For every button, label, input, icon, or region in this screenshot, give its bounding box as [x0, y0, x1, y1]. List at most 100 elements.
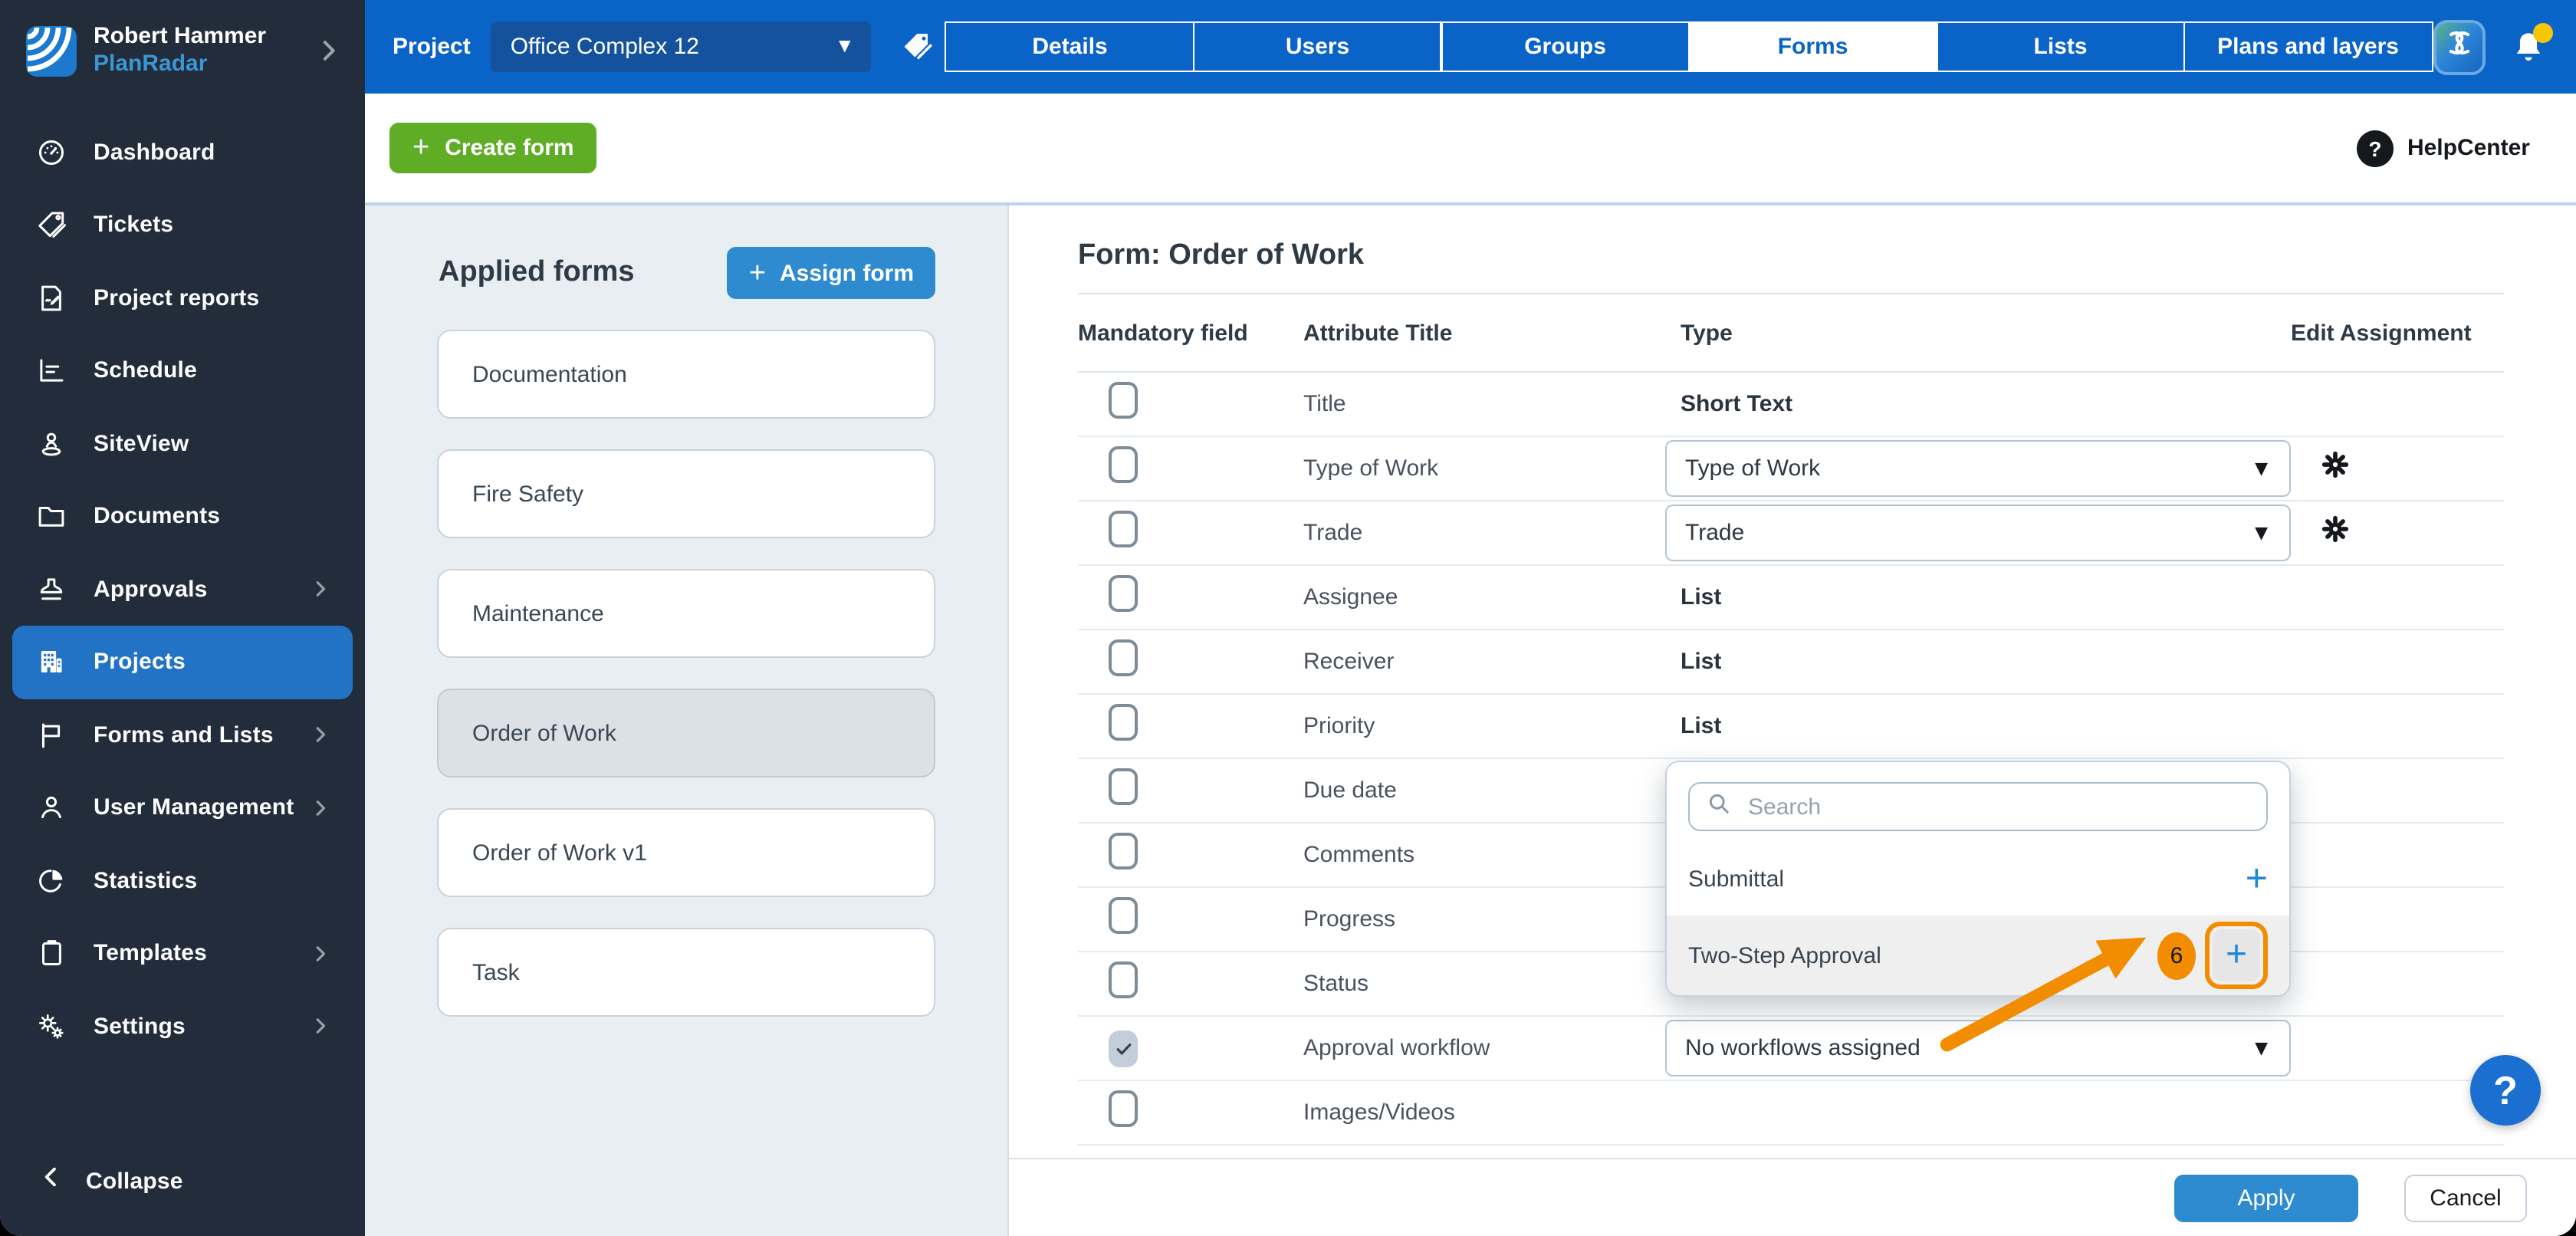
workflow-picker-popup: Submittal + Two-Step Approval 6 +	[1665, 761, 2291, 997]
sidebar-item-project-reports[interactable]: Project reports	[12, 261, 353, 334]
table-row-trade: Trade Trade ▼	[1078, 501, 2504, 566]
form-card-task[interactable]: Task	[437, 928, 935, 1017]
connect-app-button[interactable]	[2433, 19, 2486, 74]
planradar-logo-icon	[26, 26, 77, 77]
tab-groups[interactable]: Groups	[1441, 21, 1691, 72]
sidebar-item-dashboard[interactable]: Dashboard	[12, 116, 353, 189]
schedule-gantt-icon	[34, 354, 67, 388]
mandatory-checkbox[interactable]	[1109, 382, 1138, 419]
mandatory-checkbox[interactable]	[1109, 768, 1138, 805]
column-mandatory-field: Mandatory field	[1078, 320, 1303, 346]
toolbar: + Create form ? HelpCenter	[365, 94, 2576, 205]
chevron-down-icon: ▼	[2255, 459, 2268, 478]
plus-icon: +	[749, 258, 766, 288]
sidebar-item-tickets[interactable]: Tickets	[12, 189, 353, 261]
workflow-option-submittal[interactable]: Submittal +	[1667, 842, 2289, 915]
sidebar-collapse-button[interactable]: Collapse	[0, 1162, 365, 1236]
mandatory-checkbox[interactable]	[1109, 511, 1138, 547]
form-card-documentation[interactable]: Documentation	[437, 330, 935, 419]
type-of-work-dropdown[interactable]: Type of Work ▼	[1665, 440, 2291, 497]
project-tabs: Details Users Groups Forms Lists Plans a…	[948, 21, 2433, 72]
sidebar-header: Robert Hammer PlanRadar	[0, 0, 365, 94]
mandatory-checkbox[interactable]	[1109, 833, 1138, 869]
sidebar-item-label: Forms and Lists	[94, 722, 274, 748]
siteview-person-icon	[34, 427, 67, 461]
plus-icon: +	[412, 133, 429, 163]
attributes-table: Mandatory field Attribute Title Type Edi…	[1078, 293, 2504, 1146]
add-workflow-plus-button[interactable]: +	[2213, 929, 2260, 981]
tab-lists[interactable]: Lists	[1936, 21, 2186, 72]
sidebar-nav: Dashboard Tickets Project reports Schedu…	[0, 116, 365, 1162]
sidebar-item-user-management[interactable]: User Management	[12, 771, 353, 844]
create-form-button[interactable]: + Create form	[389, 123, 597, 173]
gear-icon[interactable]	[2318, 512, 2352, 546]
form-card-maintenance[interactable]: Maintenance	[437, 569, 935, 658]
form-card-fire-safety[interactable]: Fire Safety	[437, 449, 935, 538]
sidebar: Robert Hammer PlanRadar Dashboard Ticket…	[0, 0, 365, 1236]
sidebar-item-forms-and-lists[interactable]: Forms and Lists	[12, 699, 353, 771]
help-center-button[interactable]: ? HelpCenter	[2357, 130, 2530, 166]
sidebar-item-templates[interactable]: Templates	[12, 917, 353, 990]
search-input[interactable]	[1745, 792, 2251, 821]
account-info: Robert Hammer PlanRadar	[94, 23, 266, 79]
apply-button[interactable]: Apply	[2174, 1174, 2358, 1221]
planradar-app: Robert Hammer PlanRadar Dashboard Ticket…	[0, 0, 2576, 1236]
sidebar-item-siteview[interactable]: SiteView	[12, 407, 353, 480]
mandatory-checkbox[interactable]	[1109, 897, 1138, 934]
tab-users[interactable]: Users	[1193, 21, 1443, 72]
mandatory-checkbox-checked[interactable]	[1109, 1030, 1138, 1067]
project-selector-value: Office Complex 12	[511, 34, 699, 60]
trade-dropdown[interactable]: Trade ▼	[1665, 505, 2291, 561]
tab-forms[interactable]: Forms	[1688, 21, 1938, 72]
user-name: Robert Hammer	[94, 23, 266, 51]
mandatory-checkbox[interactable]	[1109, 446, 1138, 483]
project-reports-icon	[34, 281, 67, 315]
table-row-approval-workflow: Approval workflow No workflows assigned …	[1078, 1017, 2504, 1081]
sidebar-item-approvals[interactable]: Approvals	[12, 553, 353, 626]
mandatory-checkbox[interactable]	[1109, 704, 1138, 741]
mandatory-checkbox[interactable]	[1109, 575, 1138, 612]
column-attribute-title: Attribute Title	[1303, 320, 1665, 346]
approval-workflow-dropdown[interactable]: No workflows assigned ▼	[1665, 1020, 2291, 1077]
applied-forms-panel: Applied forms + Assign form Documentatio…	[365, 205, 1009, 1236]
chevron-left-icon	[37, 1162, 66, 1199]
form-card-order-of-work-v1[interactable]: Order of Work v1	[437, 808, 935, 897]
workflow-search[interactable]	[1688, 782, 2268, 831]
mandatory-checkbox[interactable]	[1109, 1090, 1138, 1127]
chevron-right-icon	[307, 794, 334, 822]
expand-account-chevron-icon[interactable]	[313, 36, 343, 67]
notifications-button[interactable]	[2509, 25, 2548, 68]
tab-plans-and-layers[interactable]: Plans and layers	[2183, 21, 2433, 72]
cancel-button[interactable]: Cancel	[2404, 1174, 2527, 1221]
mandatory-checkbox[interactable]	[1109, 639, 1138, 676]
applied-forms-list: Documentation Fire Safety Maintenance Or…	[437, 330, 935, 1017]
approvals-stamp-icon	[34, 573, 67, 606]
collapse-label: Collapse	[86, 1168, 183, 1194]
assign-form-label: Assign form	[780, 260, 914, 286]
sidebar-item-label: Settings	[94, 1014, 186, 1040]
project-selector[interactable]: Office Complex 12 ▼	[491, 21, 871, 72]
tutorial-step-badge: 6	[2157, 932, 2196, 979]
tag-icon	[900, 29, 935, 64]
sidebar-item-projects[interactable]: Projects	[12, 626, 353, 699]
tab-details[interactable]: Details	[945, 21, 1195, 72]
table-row-type-of-work: Type of Work Type of Work ▼	[1078, 437, 2504, 501]
assign-form-button[interactable]: + Assign form	[728, 247, 935, 299]
sidebar-item-label: Tickets	[94, 212, 173, 238]
notification-dot	[2533, 22, 2553, 42]
settings-gears-icon	[34, 1010, 67, 1044]
sidebar-item-label: Documents	[94, 504, 220, 530]
mandatory-checkbox[interactable]	[1109, 962, 1138, 998]
sidebar-item-statistics[interactable]: Statistics	[12, 844, 353, 917]
sidebar-item-schedule[interactable]: Schedule	[12, 334, 353, 407]
gear-icon[interactable]	[2318, 448, 2352, 482]
sidebar-item-settings[interactable]: Settings	[12, 990, 353, 1063]
workflow-option-two-step-approval[interactable]: Two-Step Approval 6 +	[1667, 915, 2289, 995]
form-card-order-of-work[interactable]: Order of Work	[437, 689, 935, 777]
help-fab-button[interactable]: ?	[2470, 1055, 2541, 1126]
documents-folder-icon	[34, 500, 67, 534]
table-row-assignee: Assignee List	[1078, 566, 2504, 630]
sidebar-item-documents[interactable]: Documents	[12, 480, 353, 553]
add-workflow-plus-icon[interactable]: +	[2246, 860, 2268, 898]
sidebar-item-label: Statistics	[94, 868, 197, 894]
